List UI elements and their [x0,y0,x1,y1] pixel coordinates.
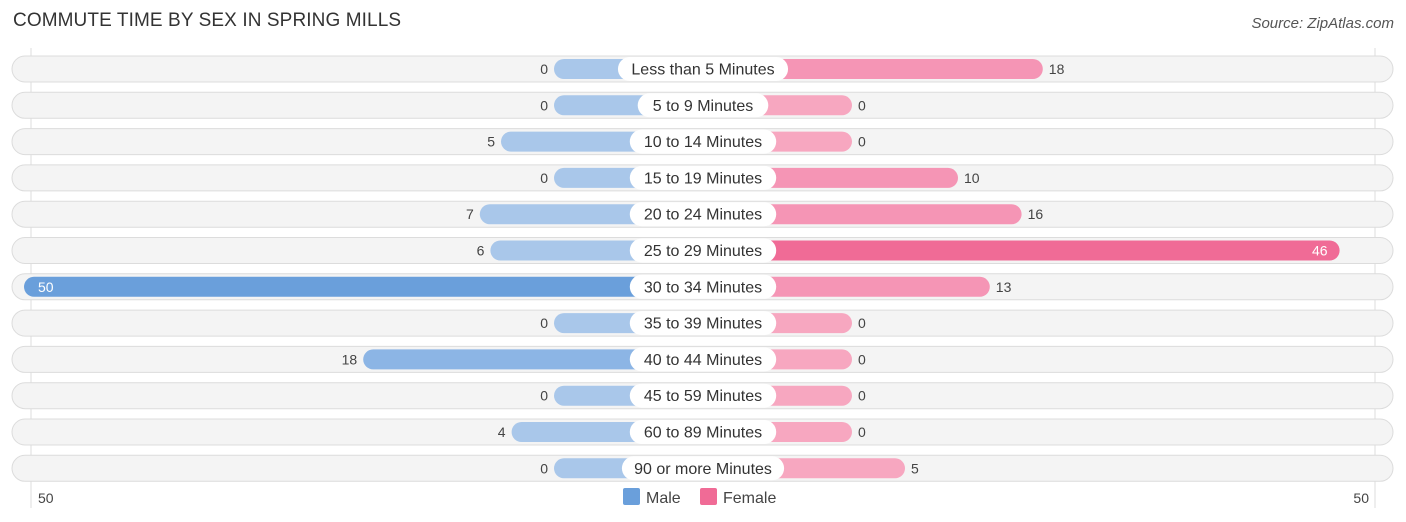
category-label: 90 or more Minutes [634,461,772,478]
legend-swatch-female [700,488,717,505]
female-value-label: 46 [1312,243,1328,259]
male-value-label: 7 [466,206,474,222]
legend-label-male: Male [646,490,681,507]
category-label: 45 to 59 Minutes [644,388,762,405]
female-value-label: 0 [858,351,866,367]
male-bar [24,276,703,297]
legend-label-female: Female [723,490,776,507]
category-label: 15 to 19 Minutes [644,170,762,187]
female-value-label: 18 [1049,61,1065,77]
female-value-label: 5 [911,460,919,476]
female-value-label: 0 [858,424,866,440]
category-label: 35 to 39 Minutes [644,316,762,333]
category-label: 5 to 9 Minutes [653,98,754,115]
category-label: 25 to 29 Minutes [644,243,762,260]
female-value-label: 0 [858,134,866,150]
female-value-label: 13 [996,279,1012,295]
female-value-label: 0 [858,315,866,331]
legend-swatch-male [623,488,640,505]
female-value-label: 0 [858,388,866,404]
category-label: 30 to 34 Minutes [644,279,762,296]
axis-label-left: 50 [38,490,54,506]
male-value-label: 0 [540,170,548,186]
chart-svg: 0 18Less than 5 Minutes0 05 to 9 Minutes5 0… [11,48,1394,508]
male-value-label: 0 [540,97,548,113]
female-value-label: 0 [858,97,866,113]
male-value-label: 6 [477,243,485,259]
axis-label-right: 50 [1353,490,1369,506]
male-value-label: 0 [540,315,548,331]
male-value-label: 0 [540,61,548,77]
male-value-label: 4 [498,424,506,440]
category-label: 20 to 24 Minutes [644,207,762,224]
male-value-label: 0 [540,388,548,404]
male-value-label: 50 [38,279,54,295]
category-label: 40 to 44 Minutes [644,352,762,369]
female-bar [703,240,1340,261]
category-label: Less than 5 Minutes [631,62,774,79]
female-value-label: 10 [964,170,980,186]
category-label: 10 to 14 Minutes [644,134,762,151]
female-value-label: 16 [1028,206,1044,222]
male-value-label: 5 [487,134,495,150]
category-label: 60 to 89 Minutes [644,425,762,442]
male-value-label: 18 [342,351,358,367]
male-value-label: 0 [540,460,548,476]
